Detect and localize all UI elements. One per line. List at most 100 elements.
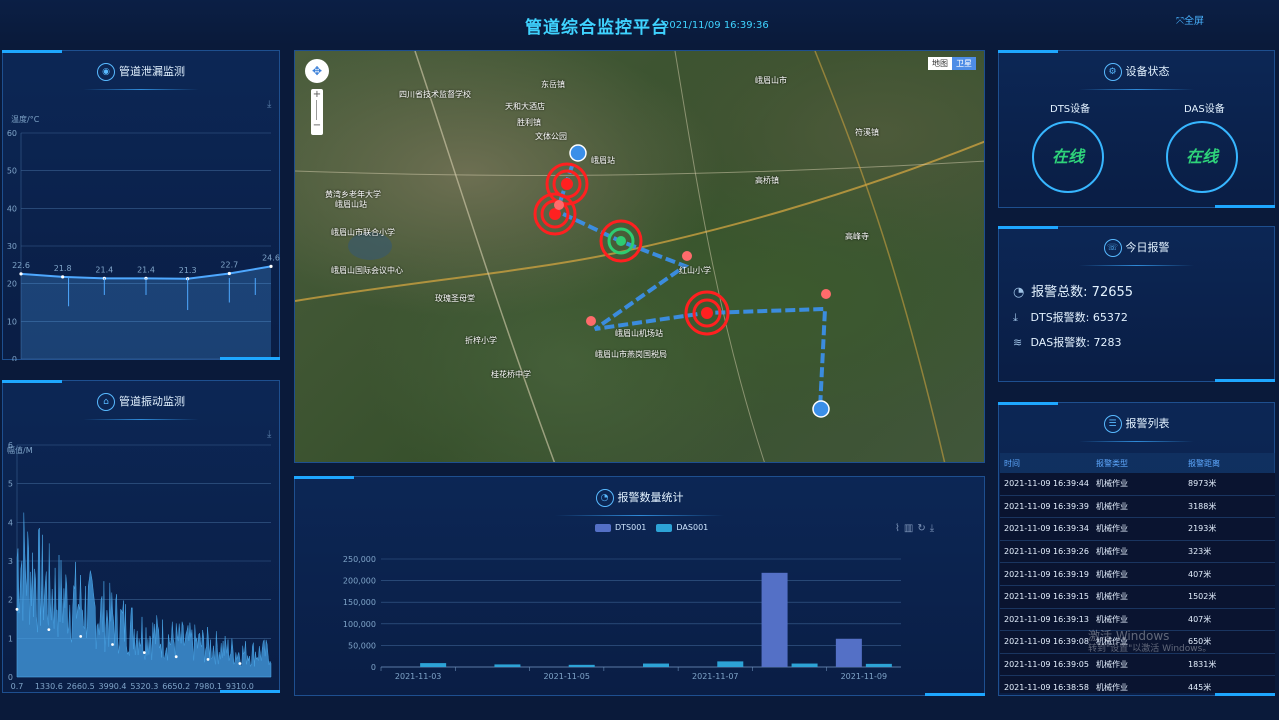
cell-type: 机械作业 xyxy=(1096,479,1128,489)
map-place-label: 峨眉山国际会议中心 xyxy=(331,266,403,275)
title-divider xyxy=(1079,441,1194,442)
alarm-table[interactable]: 时间 报警类型 报警距离 2021-11-09 16:39:44 机械作业 8973… xyxy=(1000,453,1275,693)
map-type-map[interactable]: 地图 xyxy=(928,57,952,70)
data-point[interactable] xyxy=(142,651,146,655)
y-tick-label: 60 xyxy=(7,129,17,138)
map-zoom-control[interactable]: + − xyxy=(311,89,323,135)
x-tick-label: 1330.6 xyxy=(35,682,63,691)
alarm-marker-active[interactable] xyxy=(599,219,643,263)
y-tick-label: 150,000 xyxy=(343,598,376,607)
alarm-stats-panel: ◔ 报警数量统计 DTS001 DAS001 ⌇▥↻⤓ 0 50,000 100,00… xyxy=(294,476,985,696)
map-place-label: 峨眉山站 xyxy=(335,200,367,209)
list-icon: ☰ xyxy=(1103,415,1122,433)
dts-device-label: DTS设备 xyxy=(1050,104,1091,115)
zoom-in-icon[interactable]: + xyxy=(311,89,323,100)
table-row[interactable]: 2021-11-09 16:39:13 机械作业 407米 xyxy=(1000,608,1275,632)
data-point[interactable] xyxy=(15,607,19,611)
map-place-label: 峨眉站 xyxy=(591,156,615,165)
fullscreen-button[interactable]: ⤧全屏 xyxy=(1176,12,1204,27)
data-point[interactable] xyxy=(269,264,273,268)
map-overlay xyxy=(295,51,984,462)
table-row[interactable]: 2021-11-09 16:38:58 机械作业 445米 xyxy=(1000,676,1275,693)
data-point[interactable] xyxy=(238,662,242,665)
cell-time: 2021-11-09 16:38:58 xyxy=(1004,682,1089,692)
home-pin-start[interactable] xyxy=(569,144,587,162)
table-row[interactable]: 2021-11-09 16:39:34 机械作业 2193米 xyxy=(1000,518,1275,541)
download-icon: ⤓ xyxy=(1013,311,1018,324)
cell-distance: 8973米 xyxy=(1188,479,1217,489)
bar-dts001[interactable] xyxy=(835,638,862,667)
map-pin[interactable] xyxy=(821,289,831,299)
x-tick-label: 2660.5 xyxy=(67,682,95,691)
map-type-satellite[interactable]: 卫星 xyxy=(952,57,976,70)
home-pin-end[interactable] xyxy=(812,400,830,418)
x-tick-label: 0.7 xyxy=(11,682,24,691)
table-row[interactable]: 2021-11-09 16:39:19 机械作业 407米 xyxy=(1000,563,1275,586)
alarm-total-value: 72655 xyxy=(1091,285,1134,300)
y-tick-label: 6 xyxy=(8,441,13,450)
cell-distance: 1831米 xyxy=(1188,660,1217,670)
y-tick-label: 100,000 xyxy=(343,620,376,629)
x-tick-label: 2021-11-05 xyxy=(543,672,590,681)
bar-das001[interactable] xyxy=(791,663,818,667)
y-tick-label: 2 xyxy=(8,596,13,605)
x-tick-label: 6650.2 xyxy=(162,682,190,691)
cell-time: 2021-11-09 16:39:44 xyxy=(1004,479,1089,489)
cell-time: 2021-11-09 16:39:34 xyxy=(1004,524,1089,534)
bar-das001[interactable] xyxy=(643,663,669,667)
vibration-panel-title: ⌂ 管道振动监测 xyxy=(3,393,279,411)
data-point[interactable] xyxy=(61,275,65,279)
y-tick-label: 3 xyxy=(8,557,13,566)
data-label: 24.6 xyxy=(262,253,280,262)
download-icon[interactable]: ⤓ xyxy=(267,429,271,440)
data-point[interactable] xyxy=(206,658,210,661)
bar-das001[interactable] xyxy=(420,663,447,667)
leak-chart: 温度/°C 0102030405060 0.72277.04553.36829.… xyxy=(7,114,280,361)
y-tick-label: 200,000 xyxy=(343,577,376,586)
stack-icon: ≋ xyxy=(1013,336,1023,349)
x-tick-label: 2021-11-07 xyxy=(692,672,739,681)
cell-type: 机械作业 xyxy=(1096,547,1128,557)
map-pin[interactable] xyxy=(682,251,692,261)
map-place-label: 玫瑰圣母堂 xyxy=(435,294,475,303)
cell-type: 机械作业 xyxy=(1096,614,1128,624)
table-row[interactable]: 2021-11-09 16:39:05 机械作业 1831米 xyxy=(1000,653,1275,677)
y-tick-label: 0 xyxy=(8,673,13,682)
data-point[interactable] xyxy=(47,628,51,632)
map-place-label: 四川省技术监督学校 xyxy=(399,90,471,99)
bar-das001[interactable] xyxy=(494,664,521,667)
data-point[interactable] xyxy=(174,655,178,659)
vibration-monitor-panel: ⌂ 管道振动监测 ⤓ 幅值/M 0123456 0.7 1330.6 2660.5 39… xyxy=(2,380,280,693)
map-place-label: 符溪镇 xyxy=(855,128,879,137)
cell-distance: 323米 xyxy=(1188,547,1212,557)
map-place-label: 峨眉山市联合小学 xyxy=(331,228,395,237)
map-place-label: 高桥镇 xyxy=(755,176,779,185)
map-pin[interactable] xyxy=(586,316,596,326)
table-row[interactable]: 2021-11-09 16:39:26 机械作业 323米 xyxy=(1000,540,1275,564)
data-point[interactable] xyxy=(227,271,231,276)
table-row[interactable]: 2021-11-09 16:39:15 机械作业 1502米 xyxy=(1000,585,1275,609)
map-place-label: 东岳镇 xyxy=(541,80,565,89)
table-row[interactable]: 2021-11-09 16:39:39 机械作业 3188米 xyxy=(1000,495,1275,519)
bar-das001[interactable] xyxy=(568,664,595,667)
map-pan-control[interactable]: ✥ xyxy=(305,59,329,83)
map-pin[interactable] xyxy=(554,200,564,210)
satellite-map[interactable]: 峨眉山市 四川省技术监督学校 峨眉站 峨眉山站 黄湾乡老年大学 文体公园 胜利镇 天和大酒店 东… xyxy=(294,50,985,463)
header-bar: 管道综合监控平台 2021/11/09 16:39:36 ⤧全屏 xyxy=(0,0,1279,46)
bar-dts001[interactable] xyxy=(761,572,788,667)
data-point[interactable] xyxy=(79,635,83,638)
zoom-out-icon[interactable]: − xyxy=(311,120,323,131)
map-place-label: 胜利镇 xyxy=(517,118,541,127)
pipeline-route xyxy=(554,150,828,410)
bar-das001[interactable] xyxy=(717,661,744,667)
col-type: 报警类型 xyxy=(1096,458,1128,468)
table-row[interactable]: 2021-11-09 16:39:44 机械作业 8973米 xyxy=(1000,473,1275,496)
alarm-marker[interactable] xyxy=(533,192,577,236)
y-tick-label: 20 xyxy=(7,280,17,289)
bar-das001[interactable] xyxy=(865,663,892,667)
data-point[interactable] xyxy=(19,272,23,276)
data-label: 21.3 xyxy=(179,266,197,275)
map-place-label: 折梓小学 xyxy=(465,336,497,345)
alarm-total-label: 报警总数: xyxy=(1031,285,1088,300)
data-point[interactable] xyxy=(111,643,114,646)
